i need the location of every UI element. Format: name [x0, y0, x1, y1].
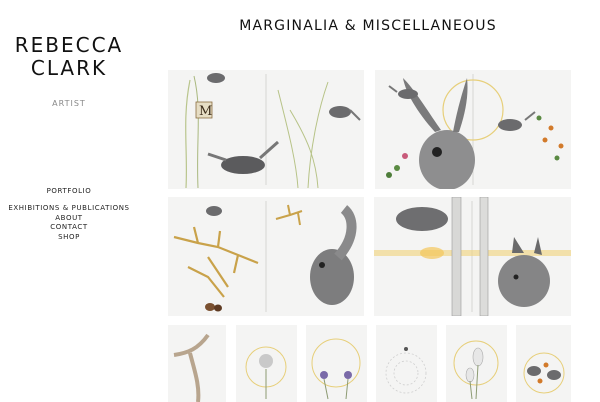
- artwork-squirrel-thorns-thumbnail[interactable]: [168, 197, 364, 316]
- artwork-branch-study-image: [168, 325, 226, 402]
- gallery-title: MARGINALIA & MISCELLANEOUS: [239, 18, 497, 34]
- artwork-hare-birds-thumbnail[interactable]: [375, 70, 571, 189]
- artwork-birds-circle-thumbnail[interactable]: [516, 325, 571, 402]
- artwork-wrens-grasses-image: M: [168, 70, 364, 189]
- artwork-dandelion-circle-image: [236, 325, 297, 402]
- artwork-cobweb-circle-thumbnail[interactable]: [376, 325, 437, 402]
- site-name-line1[interactable]: REBECCA: [0, 34, 138, 57]
- site-tagline: ARTIST: [52, 99, 86, 108]
- nav-item-contact[interactable]: CONTACT: [0, 223, 138, 231]
- artwork-snowdrops-circle-image: [446, 325, 507, 402]
- artwork-violets-circle-image: [306, 325, 367, 402]
- artwork-wrens-grasses-thumbnail[interactable]: M: [168, 70, 364, 189]
- site-name-line2[interactable]: CLARK: [0, 57, 138, 80]
- sidebar: REBECCA CLARK ARTIST PORTFOLIO EXHIBITIO…: [0, 0, 138, 402]
- artwork-snowdrops-circle-thumbnail[interactable]: [446, 325, 507, 402]
- artwork-cobweb-circle-image: [376, 325, 437, 402]
- svg-text:M: M: [199, 104, 212, 119]
- nav-item-about[interactable]: ABOUT: [0, 214, 138, 222]
- artwork-hare-birds-image: [375, 70, 571, 189]
- artwork-birds-circle-image: [516, 325, 571, 402]
- nav-item-exhibitions-publications[interactable]: EXHIBITIONS & PUBLICATIONS: [0, 204, 138, 212]
- artwork-branch-study-thumbnail[interactable]: [168, 325, 226, 402]
- nav-item-portfolio[interactable]: PORTFOLIO: [0, 187, 138, 195]
- site-name[interactable]: REBECCA CLARK: [0, 34, 138, 80]
- artwork-violets-circle-thumbnail[interactable]: [306, 325, 367, 402]
- nav-item-shop[interactable]: SHOP: [0, 233, 138, 241]
- artwork-squirrel-thorns-image: [168, 197, 364, 316]
- artwork-owl-fox-birches-thumbnail[interactable]: [374, 197, 571, 316]
- artwork-owl-fox-birches-image: [374, 197, 571, 316]
- artwork-dandelion-circle-thumbnail[interactable]: [236, 325, 297, 402]
